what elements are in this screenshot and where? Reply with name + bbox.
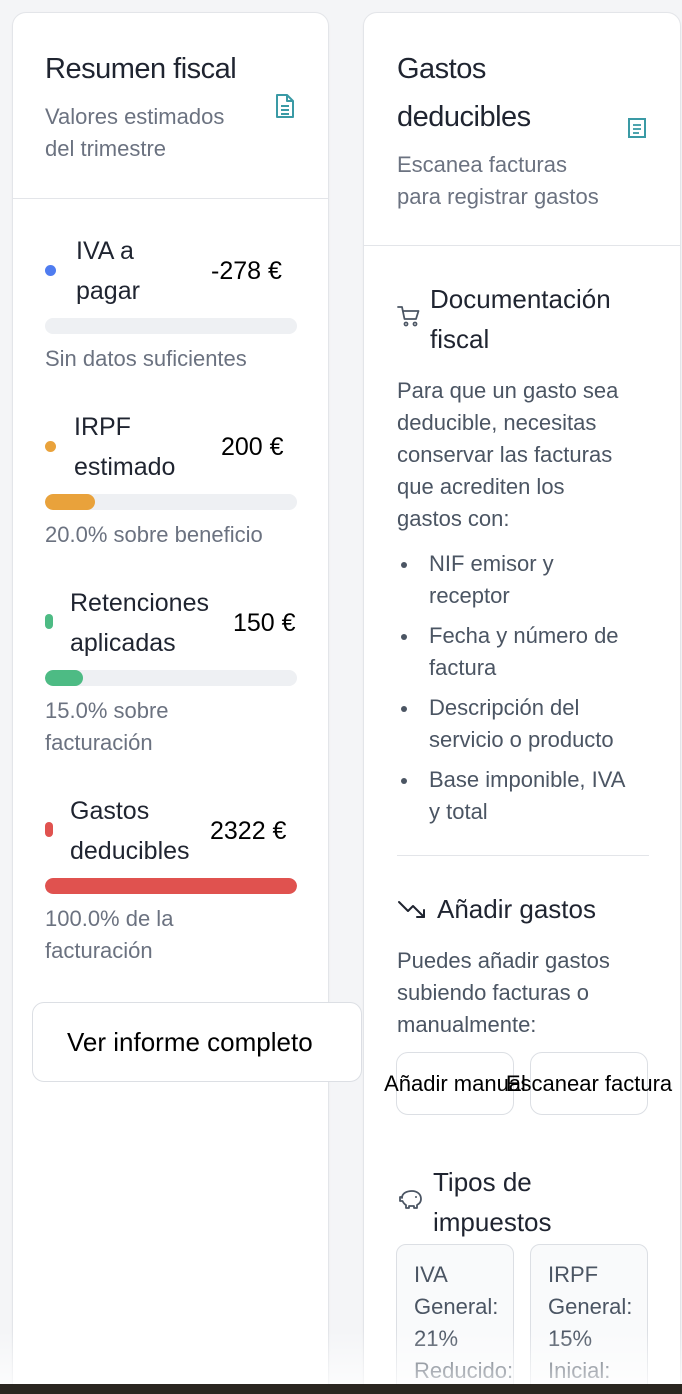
gastos-progress-fill [45, 878, 297, 894]
list-item: NIF emisor y receptor [397, 548, 667, 612]
retenciones-label-line1: Retenciones [70, 589, 209, 617]
requirement-line1: Base imponible, IVA [429, 767, 626, 792]
view-full-report-button[interactable]: Ver informe completo [32, 1002, 362, 1082]
expenses-subtitle-line1: Escanea facturas [397, 152, 567, 177]
irpf-value: 200 € [221, 433, 284, 461]
requirement-line1: Descripción del [429, 695, 580, 720]
list-item: Descripción del servicio o producto [397, 692, 667, 756]
documentation-intro-line3: conservar las facturas [397, 442, 613, 467]
tax-types-title-line2: impuestos [433, 1207, 552, 1237]
trending-down-icon [398, 901, 425, 918]
irpf-label-line1: IRPF [74, 413, 131, 441]
list-item: Base imponible, IVA y total [397, 764, 667, 828]
fiscal-summary-title: Resumen fiscal [45, 53, 237, 85]
tax-box-iva-line3: 21% [414, 1326, 459, 1351]
fiscal-summary-header: Resumen fiscal Valores estimados del tri… [13, 13, 328, 199]
piggy-bank-icon [399, 1190, 422, 1209]
gastos-note-line2: facturación [45, 938, 153, 963]
gastos-dot-icon [45, 822, 53, 837]
document-icon[interactable] [274, 93, 296, 119]
tax-box-irpf-line3: 15% [548, 1326, 593, 1351]
gastos-note-line1: 100.0% de la [45, 906, 174, 931]
iva-label-line1: IVA a [76, 237, 134, 265]
documentation-intro-line2: deducible, necesitas [397, 410, 597, 435]
list-item: Fecha y número de factura [397, 620, 667, 684]
deductible-expenses-card: Gastos deducibles Escanea facturas para … [363, 12, 681, 1394]
iva-value: -278 € [211, 257, 282, 285]
retenciones-note-line2: facturación [45, 730, 153, 755]
tax-box-irpf-line4: Inicial: [548, 1358, 611, 1383]
retenciones-progress-track [45, 670, 297, 686]
gastos-value: 2322 € [210, 817, 287, 845]
retenciones-label-line2: aplicadas [70, 629, 176, 657]
irpf-note: 20.0% sobre beneficio [45, 522, 263, 547]
irpf-progress-track [45, 494, 297, 510]
receipt-icon[interactable] [627, 117, 647, 139]
tax-types-title-line1: Tipos de [433, 1167, 532, 1197]
iva-progress-track [45, 318, 297, 334]
requirements-list: NIF emisor y receptor Fecha y número de … [397, 548, 667, 836]
irpf-dot-icon [45, 441, 56, 452]
expenses-subtitle-line2: para registrar gastos [397, 184, 599, 209]
fiscal-summary-subtitle-line2: del trimestre [45, 136, 167, 161]
iva-label-line2: pagar [76, 277, 140, 305]
documentation-title-line2: fiscal [430, 324, 490, 354]
section-divider [397, 855, 649, 856]
expenses-title-line2: deducibles [397, 101, 531, 133]
tax-box-irpf-line1: IRPF [548, 1262, 599, 1287]
gastos-progress-track [45, 878, 297, 894]
tax-box-irpf-line2: General: [548, 1294, 633, 1319]
tax-box-iva-line4: Reducido: [414, 1358, 514, 1383]
irpf-progress-fill [45, 494, 96, 510]
add-manual-button[interactable]: Añadir manual [384, 1052, 526, 1115]
tax-box-iva-line1: IVA [414, 1262, 448, 1287]
retenciones-note-line1: 15.0% sobre [45, 698, 169, 723]
requirement-line2: factura [429, 655, 497, 680]
requirement-line1: NIF emisor y [429, 551, 554, 576]
deductible-expenses-header: Gastos deducibles Escanea facturas para … [364, 13, 680, 246]
requirement-line2: servicio o producto [429, 727, 614, 752]
tax-box-iva-line2: General: [414, 1294, 499, 1319]
add-expenses-text-line3: manualmente: [397, 1012, 537, 1037]
fiscal-summary-subtitle-line1: Valores estimados [45, 104, 225, 129]
irpf-label-line2: estimado [74, 453, 176, 481]
requirement-line1: Fecha y número de [429, 623, 619, 648]
scan-invoice-button[interactable]: Escanear factura [506, 1052, 672, 1115]
retenciones-value: 150 € [233, 609, 296, 637]
documentation-intro-line5: gastos con: [397, 506, 510, 531]
cart-icon [397, 306, 420, 327]
gastos-label-line2: deducibles [70, 837, 190, 865]
add-expenses-title: Añadir gastos [437, 894, 596, 924]
iva-dot-icon [45, 265, 56, 276]
window-bottom-edge [0, 1384, 682, 1394]
documentation-title-line1: Documentación [430, 284, 611, 314]
retenciones-dot-icon [45, 614, 53, 629]
gastos-label-line1: Gastos [70, 797, 150, 825]
requirement-line2: receptor [429, 583, 510, 608]
documentation-intro-line1: Para que un gasto sea [397, 378, 619, 403]
tax-box-iva: IVA General: 21% Reducido: [396, 1244, 514, 1394]
iva-note: Sin datos suficientes [45, 346, 247, 371]
retenciones-progress-fill [45, 670, 83, 686]
add-expenses-text-line1: Puedes añadir gastos [397, 948, 610, 973]
requirement-line2: y total [429, 799, 488, 824]
expenses-title-line1: Gastos [397, 53, 486, 85]
documentation-intro-line4: que acrediten los [397, 474, 565, 499]
tax-box-irpf: IRPF General: 15% Inicial: [530, 1244, 648, 1394]
fiscal-summary-card: Resumen fiscal Valores estimados del tri… [12, 12, 329, 1394]
add-expenses-text-line2: subiendo facturas o [397, 980, 590, 1005]
